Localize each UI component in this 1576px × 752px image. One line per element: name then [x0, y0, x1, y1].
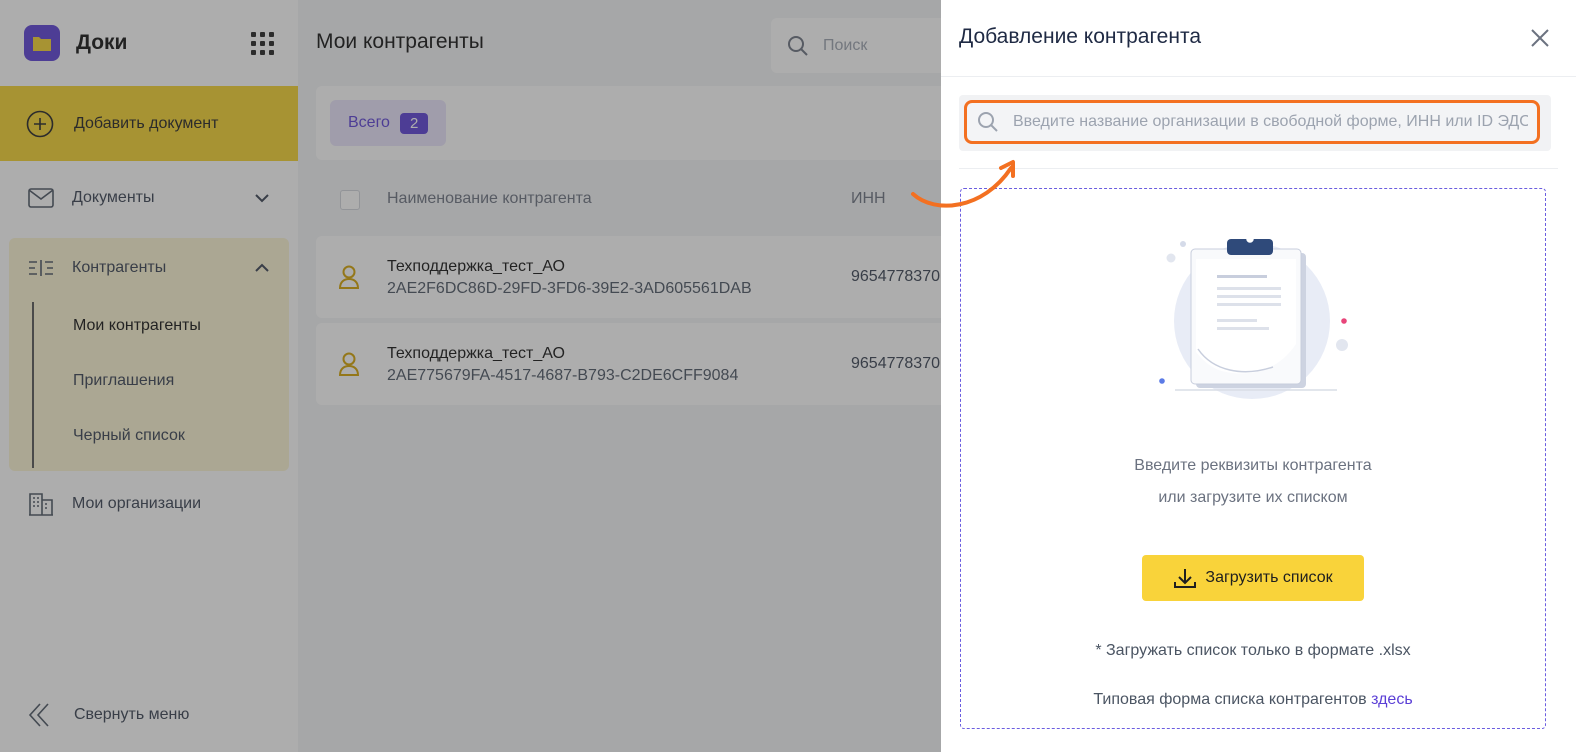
hint-line-1: Введите реквизиты контрагента — [1134, 457, 1372, 474]
drawer-title: Добавление контрагента — [959, 25, 1202, 48]
template-line: Типовая форма списка контрагентов здесь — [961, 691, 1545, 709]
org-search-field[interactable] — [964, 100, 1540, 144]
modal-overlay[interactable] — [0, 0, 941, 752]
upload-list-label: Загрузить список — [1205, 569, 1333, 586]
divider — [959, 168, 1558, 169]
close-icon[interactable] — [1528, 26, 1552, 50]
add-contractor-drawer: Добавление контрагента Введите название … — [941, 0, 1576, 752]
org-search-wrap — [959, 95, 1551, 151]
hint-line-2: или загрузите их списком — [1158, 489, 1348, 506]
org-search-input[interactable] — [1013, 113, 1528, 131]
format-note: * Загружать список только в формате .xls… — [1095, 642, 1411, 659]
annotation-arrow-icon — [911, 160, 1015, 208]
upload-dropzone[interactable]: Введите реквизиты контрагента или загруз… — [960, 188, 1546, 729]
divider — [941, 76, 1576, 77]
download-icon — [1174, 569, 1197, 588]
search-icon — [978, 112, 998, 132]
template-link[interactable]: здесь — [1371, 691, 1413, 708]
clipboard-illustration — [1159, 239, 1348, 399]
template-text: Типовая форма списка контрагентов — [1093, 691, 1372, 708]
upload-list-button[interactable]: Загрузить список — [1142, 555, 1364, 601]
